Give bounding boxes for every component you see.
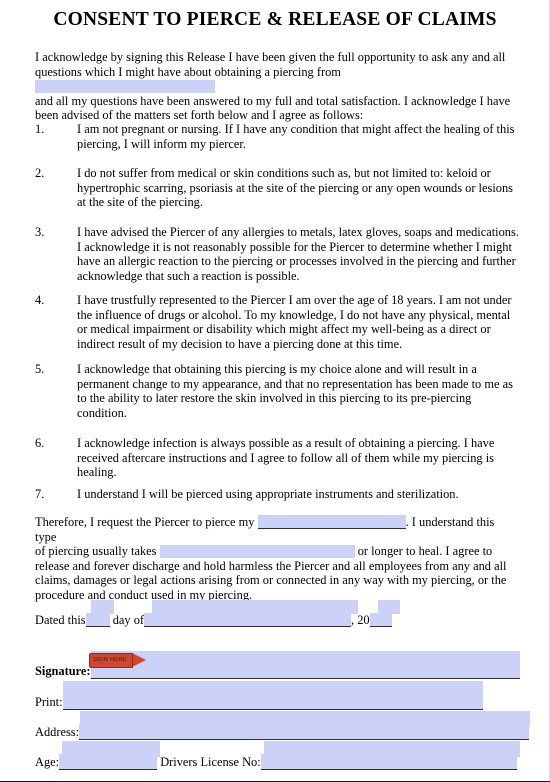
- therefore-text-3: of piercing usually takes: [35, 544, 157, 559]
- clause-6-number: 6.: [35, 436, 45, 450]
- sign-here-tag-icon[interactable]: SIGN HERE: [89, 653, 147, 668]
- clause-5-text: I acknowledge that obtaining this pierci…: [77, 362, 513, 420]
- clause-4-number: 4.: [35, 293, 45, 307]
- clause-7-number: 7.: [35, 487, 45, 501]
- age-license-row: Age: Drivers License No:: [35, 754, 517, 770]
- print-label: Print:: [35, 695, 63, 709]
- drivers-license-field[interactable]: [260, 754, 517, 770]
- signature-label: Signature:: [35, 664, 91, 678]
- document-page: CONSENT TO PIERCE & RELEASE OF CLAIMS I …: [0, 0, 550, 782]
- date-line-middle: day of: [112, 613, 145, 627]
- date-line-year-prefix: , 20: [351, 613, 370, 627]
- clause-1-number: 1.: [35, 122, 45, 136]
- therefore-text-1: Therefore, I request the Piercer to pier…: [35, 515, 255, 529]
- clause-2-text: I do not suffer from medical or skin con…: [77, 166, 513, 210]
- address-field[interactable]: [79, 724, 530, 740]
- clause-6: 6. I acknowledge infection is always pos…: [35, 436, 519, 480]
- address-row: Address:: [35, 724, 530, 740]
- date-line: Dated this day of , 20: [35, 612, 392, 628]
- document-title: CONSENT TO PIERCE & RELEASE OF CLAIMS: [53, 9, 497, 30]
- age-field[interactable]: [59, 754, 158, 770]
- age-label: Age:: [35, 755, 60, 769]
- clause-4-text: I have trustfully represented to the Pie…: [77, 293, 512, 351]
- therefore-paragraph: Therefore, I request the Piercer to pier…: [35, 515, 517, 603]
- clause-4: 4. I have trustfully represented to the …: [35, 293, 519, 351]
- healing-time-field[interactable]: [159, 545, 355, 559]
- clause-3-number: 3.: [35, 225, 45, 239]
- clause-5-number: 5.: [35, 362, 45, 376]
- date-line-prefix: Dated this: [35, 613, 86, 627]
- sign-here-tag-label: SIGN HERE: [93, 657, 127, 663]
- clause-6-text: I acknowledge infection is always possib…: [77, 436, 495, 480]
- print-field[interactable]: [62, 694, 483, 710]
- intro-paragraph: I acknowledge by signing this Release I …: [35, 50, 517, 123]
- clause-3: 3. I have advised the Piercer of any all…: [35, 225, 519, 283]
- clause-1-text: I am not pregnant or nursing. If I have …: [77, 122, 515, 151]
- clause-7-text: I understand I will be pierced using app…: [77, 487, 459, 501]
- intro-text-after-blank: and all my questions have been answered …: [35, 93, 511, 123]
- clause-2-number: 2.: [35, 166, 45, 180]
- date-month-field[interactable]: [144, 613, 352, 627]
- therefore-text-5: release and forever discharge and hold h…: [35, 558, 507, 602]
- sign-here-tag-point: [132, 653, 146, 667]
- date-year-field[interactable]: [369, 613, 392, 627]
- piercing-location-field[interactable]: [257, 515, 406, 529]
- signature-field[interactable]: [90, 663, 520, 679]
- clause-2: 2. I do not suffer from medical or skin …: [35, 166, 519, 210]
- date-day-field[interactable]: [85, 613, 110, 627]
- piercer-name-field[interactable]: [35, 80, 215, 94]
- clause-7: 7. I understand I will be pierced using …: [35, 487, 519, 502]
- therefore-text-4: or longer to heal. I agree to: [357, 544, 493, 559]
- clause-3-text: I have advised the Piercer of any allerg…: [77, 225, 519, 283]
- print-row: Print:: [35, 694, 483, 710]
- clause-5: 5. I acknowledge that obtaining this pie…: [35, 362, 519, 420]
- address-label: Address:: [35, 725, 80, 739]
- clause-1: 1. I am not pregnant or nursing. If I ha…: [35, 122, 519, 151]
- intro-text-before-blank: I acknowledge by signing this Release I …: [35, 50, 506, 79]
- drivers-license-label: Drivers License No:: [160, 755, 261, 769]
